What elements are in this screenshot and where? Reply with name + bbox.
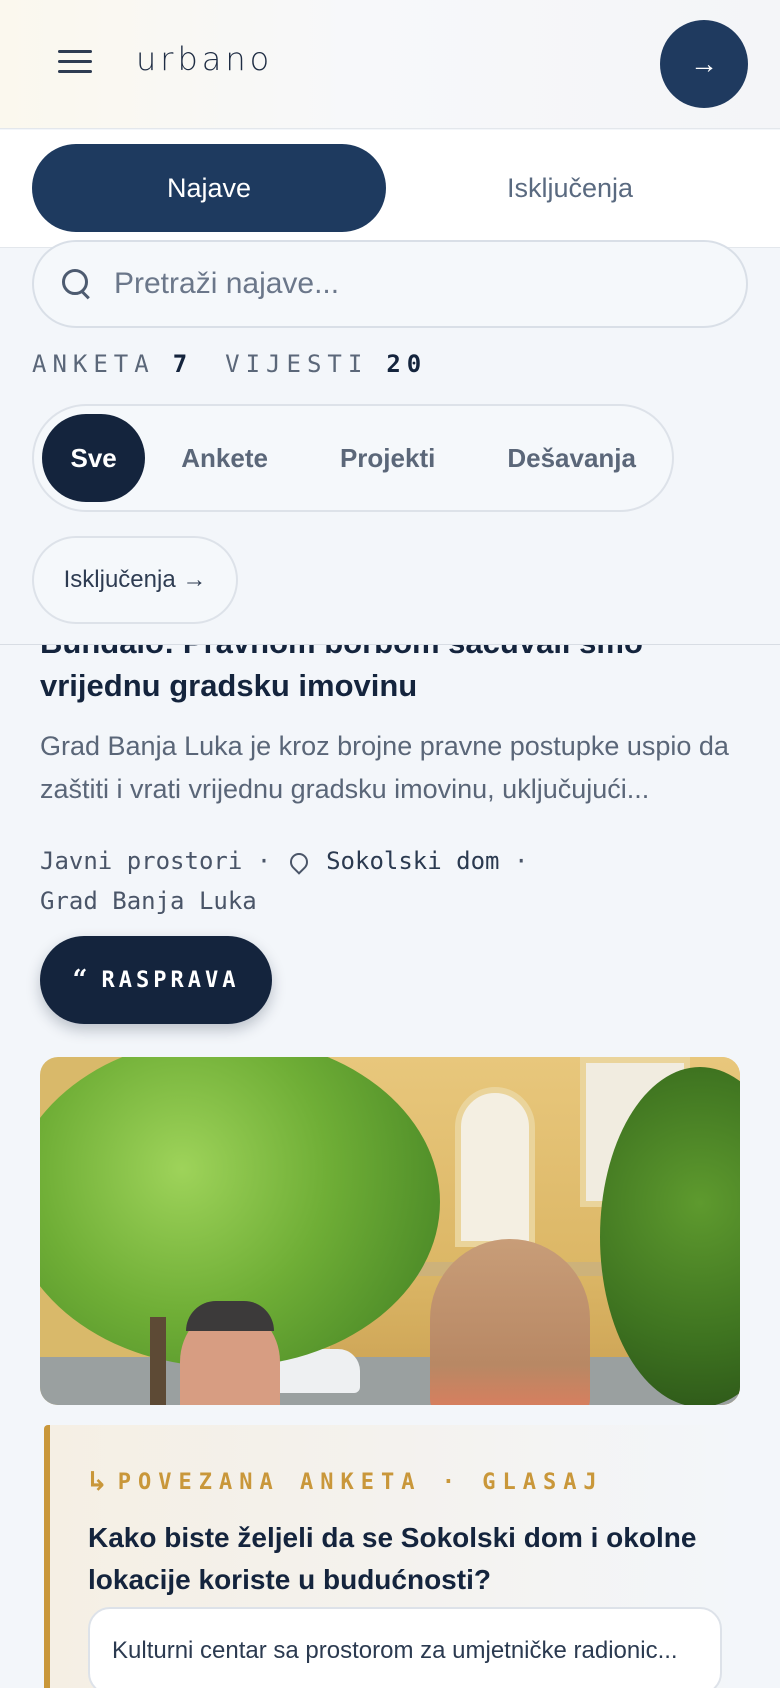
meta-separator: · — [513, 847, 529, 875]
article-location: Sokolski dom — [326, 847, 500, 875]
arrow-right-icon[interactable]: → — [660, 20, 748, 108]
search-bar — [32, 240, 748, 328]
poll-tag-label: POVEZANA ANKETA · GLASAJ — [117, 1469, 604, 1495]
article-title[interactable]: Bundalo: Pravnom borbom sačuvali smo vri… — [40, 645, 740, 707]
meta-separator: · — [256, 847, 272, 875]
stats-row: ANKETA 7 VIJESTI 20 — [32, 350, 427, 378]
top-bar: urbano → — [0, 0, 780, 129]
search-input[interactable] — [114, 267, 674, 301]
discuss-button[interactable]: “ RASPRAVA — [40, 936, 272, 1024]
poll-option[interactable]: Kulturni centar sa prostorom za umjetnič… — [88, 1607, 722, 1688]
news-label: VIJESTI — [225, 350, 369, 378]
tab-iskljucenja[interactable]: Isključenja — [400, 144, 740, 232]
article-category: Javni prostori — [40, 847, 243, 875]
filter-desavanja[interactable]: Dešavanja — [471, 414, 672, 502]
return-arrow-icon: ↳ — [86, 1467, 108, 1497]
polls-label: ANKETA — [32, 350, 155, 378]
hamburger-icon[interactable] — [58, 50, 92, 78]
tab-najave[interactable]: Najave — [32, 144, 386, 232]
search-icon — [62, 269, 92, 299]
location-pin-icon — [285, 849, 312, 875]
article-excerpt: Grad Banja Luka je kroz brojne pravne po… — [40, 731, 729, 804]
exclusions-link[interactable]: Isključenja → — [32, 536, 238, 624]
tab-bar: Najave Isključenja — [0, 130, 780, 248]
related-poll: ↳ POVEZANA ANKETA · GLASAJ Kako biste že… — [44, 1425, 744, 1688]
poll-tag[interactable]: ↳ POVEZANA ANKETA · GLASAJ — [86, 1467, 604, 1497]
article-photo[interactable] — [40, 1057, 740, 1405]
polls-count: 7 — [172, 350, 194, 378]
filter-ankete[interactable]: Ankete — [145, 414, 304, 502]
filter-sve[interactable]: Sve — [42, 414, 146, 502]
poll-question: Kako biste željeli da se Sokolski dom i … — [88, 1522, 697, 1595]
filter-chips: Sve Ankete Projekti Dešavanja — [32, 404, 674, 512]
article-meta: Javni prostori · Sokolski dom · Grad Ban… — [40, 841, 560, 921]
article-author: Grad Banja Luka — [40, 887, 257, 915]
article-card: Bundalo: Pravnom borbom sačuvali smo vri… — [0, 645, 780, 1688]
discuss-label: RASPRAVA — [101, 967, 240, 993]
app-logo[interactable]: urbano — [136, 40, 273, 78]
quote-icon: “ — [72, 965, 88, 995]
filter-projekti[interactable]: Projekti — [304, 414, 471, 502]
news-count: 20 — [386, 350, 428, 378]
